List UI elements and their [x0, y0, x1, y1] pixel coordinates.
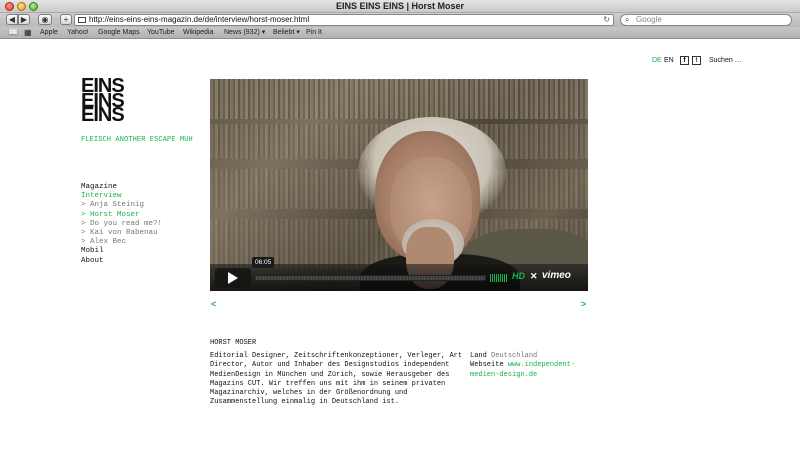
player-controls: 06:05 HD ✕ vimeo [210, 257, 588, 291]
bookmark-beliebt[interactable]: Beliebt ▾ [273, 27, 300, 39]
search-placeholder: Google [636, 15, 662, 24]
browser-toolbar: ◀ ▶ ◉ + http://eins-eins-eins-magazin.de… [0, 13, 800, 27]
forward-button[interactable]: ▶ [18, 14, 30, 25]
address-bar[interactable]: http://eins-eins-eins-magazin.de/de/inte… [74, 14, 614, 26]
article-body-line: MedienDesign in München und Zürich, sowi… [210, 370, 450, 379]
twitter-icon[interactable]: t [692, 56, 701, 65]
bookmark-yahoo[interactable]: Yahoo! [67, 27, 89, 39]
window-titlebar: EINS EINS EINS | Horst Moser [0, 0, 800, 13]
site-tagline: FLEISCH ANOTHER ESCAPE MUH [81, 136, 193, 144]
article-body: Editorial Designer, Zeitschriftenkonzept… [210, 352, 463, 408]
previous-interview-link[interactable]: < [211, 299, 216, 309]
bookmark-pin-it[interactable]: Pin It [306, 27, 322, 39]
article-meta: Land Deutschland Webseite www.independen… [470, 352, 590, 380]
window-title: EINS EINS EINS | Horst Moser [335, 1, 465, 11]
bookmarks-book-icon[interactable]: 📖 [8, 27, 18, 39]
vimeo-logo[interactable]: vimeo [542, 270, 571, 281]
reader-icon: ◉ [41, 15, 49, 24]
video-player[interactable]: 06:05 HD ✕ vimeo [210, 79, 588, 291]
article-body-line: Magazinarchiv, welches in der Größenordn… [210, 389, 408, 398]
nav-item-kai-von-rabenau[interactable]: > Kai von Rabenau [81, 229, 162, 238]
top-sites-grid-icon[interactable]: ▦ [24, 27, 32, 39]
website-link-continued[interactable]: medien-design.de [470, 371, 590, 380]
video-frame-shelf [210, 79, 588, 119]
bookmark-wikipedia[interactable]: Wikipedia [183, 27, 213, 39]
site-favicon-icon [78, 17, 86, 23]
website-label: Webseite [470, 361, 504, 370]
bookmark-news[interactable]: News (932) ▾ [224, 27, 265, 39]
nav-item-mobil[interactable]: Mobil [81, 247, 162, 256]
nav-item-anja-steinig[interactable]: > Anja Steinig [81, 201, 162, 210]
nav-item-magazine[interactable]: Magazine [81, 183, 162, 192]
volume-icon[interactable] [490, 274, 508, 282]
article-body-line: Director, Autor und Inhaber des Designst… [210, 361, 450, 370]
plus-icon: + [63, 15, 69, 24]
next-interview-link[interactable]: > [581, 299, 586, 309]
language-en-link[interactable]: EN [664, 56, 674, 65]
article-body-line: Magazins CUT. Wir treffen uns mit ihm in… [210, 379, 446, 388]
add-bookmark-button[interactable]: + [60, 14, 72, 25]
bookmark-google-maps[interactable]: Google Maps [98, 27, 140, 39]
website-link[interactable]: www.independent- [508, 361, 575, 369]
search-icon: ⌕ [625, 15, 630, 24]
site-logo[interactable]: EINS EINS EINS [81, 76, 125, 126]
site-search-link[interactable]: Suchen … [709, 56, 742, 65]
article-body-line: Editorial Designer, Zeitschriftenkonzept… [210, 352, 463, 360]
article-body-line: Zusammenstellung einmalig in Deutschland… [210, 398, 400, 407]
reader-button[interactable]: ◉ [38, 14, 52, 25]
browser-search-field[interactable]: ⌕ Google [620, 14, 792, 26]
logo-line: EINS [81, 104, 125, 126]
video-scrubber[interactable] [254, 275, 486, 281]
nav-item-horst-moser[interactable]: > Horst Moser [81, 211, 162, 220]
article-title: HORST MOSER [210, 339, 257, 347]
nav-item-about[interactable]: About [81, 257, 162, 266]
land-label: Land [470, 352, 487, 360]
forward-arrow-icon: ▶ [20, 15, 28, 24]
nav-item-interview[interactable]: Interview [81, 192, 162, 201]
nav-item-do-you-read-me[interactable]: > Do you read me?! [81, 220, 162, 229]
language-de-link[interactable]: DE [652, 56, 662, 65]
reload-icon[interactable]: ↻ [603, 15, 610, 25]
address-bar-url[interactable]: http://eins-eins-eins-magazin.de/de/inte… [89, 15, 309, 25]
video-timestamp: 06:05 [252, 257, 275, 268]
facebook-icon[interactable]: f [680, 56, 689, 65]
main-navigation: Magazine Interview > Anja Steinig > Hors… [81, 183, 162, 266]
hd-toggle[interactable]: HD [512, 271, 525, 281]
play-button[interactable] [215, 268, 251, 288]
nav-item-alex-bec[interactable]: > Alex Bec [81, 238, 162, 247]
fullscreen-icon[interactable]: ✕ [530, 271, 538, 282]
bookmark-apple[interactable]: Apple [40, 27, 58, 39]
land-value: Deutschland [491, 352, 538, 360]
bookmarks-bar: 📖 ▦ Apple Yahoo! Google Maps YouTube Wik… [0, 27, 800, 39]
back-arrow-icon: ◀ [8, 15, 16, 24]
bookmark-youtube[interactable]: YouTube [147, 27, 175, 39]
play-icon [228, 272, 238, 284]
back-button[interactable]: ◀ [6, 14, 18, 25]
